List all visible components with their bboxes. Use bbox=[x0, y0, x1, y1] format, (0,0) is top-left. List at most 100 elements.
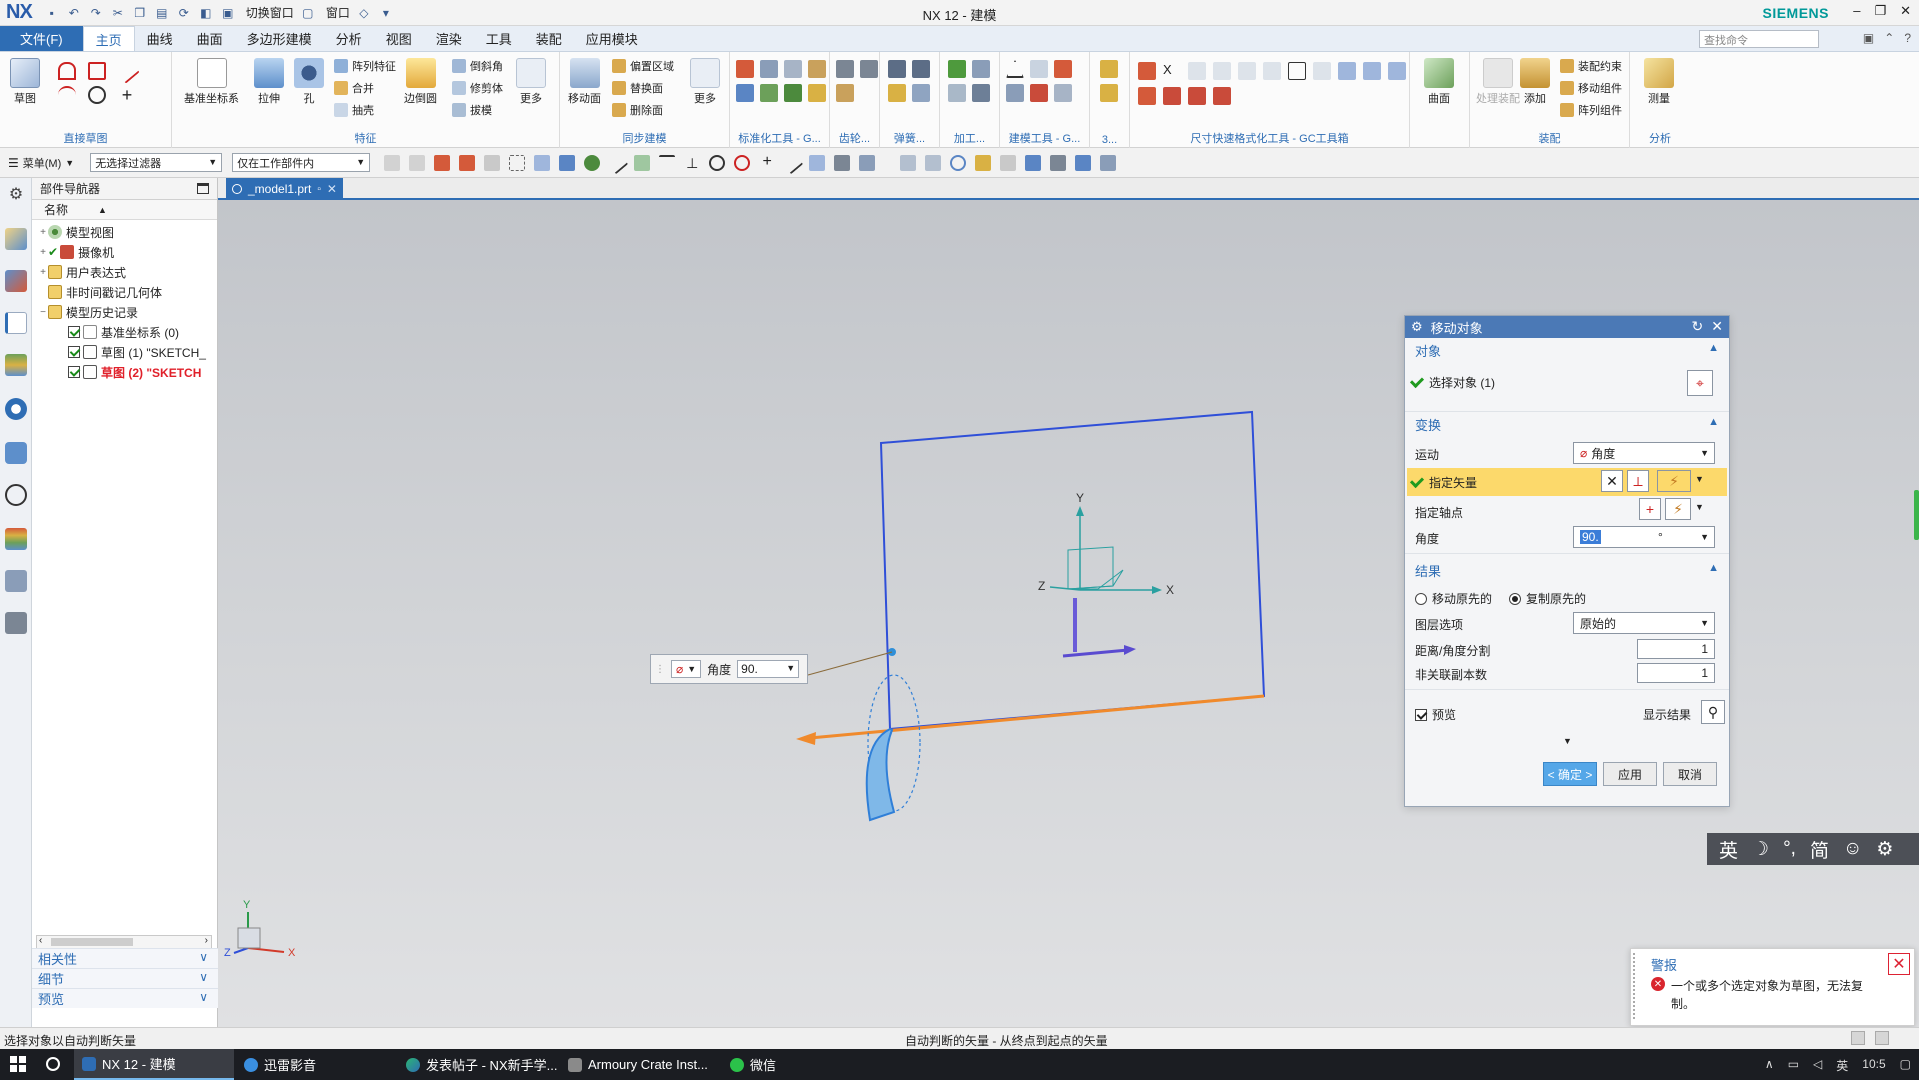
reuse-library-icon[interactable] bbox=[5, 354, 27, 376]
constraint-navigator-icon[interactable] bbox=[5, 270, 27, 292]
restore-icon[interactable]: ❐ bbox=[1874, 3, 1886, 19]
gear-icon[interactable] bbox=[836, 60, 854, 78]
dimension-box-icon[interactable] bbox=[1288, 62, 1306, 80]
modeling-tool-icon[interactable] bbox=[1030, 84, 1048, 102]
close-tab-icon[interactable]: ✕ bbox=[327, 182, 337, 196]
window-button[interactable]: 窗口 bbox=[326, 4, 350, 21]
tree-item-sketch-2[interactable]: 草图 (2) "SKETCH bbox=[32, 362, 217, 382]
expand-icon[interactable]: + bbox=[38, 247, 48, 258]
snap-end-point-icon[interactable] bbox=[605, 151, 629, 174]
dimension-icon[interactable] bbox=[1238, 62, 1256, 80]
machining-icon[interactable] bbox=[948, 60, 966, 78]
undo-icon[interactable]: ↶ bbox=[66, 5, 82, 21]
offset-region-button[interactable]: 偏置区域 bbox=[612, 58, 674, 74]
dimension-icon[interactable] bbox=[1338, 62, 1356, 80]
view-tool-icon[interactable] bbox=[1000, 154, 1017, 171]
show-result-search-icon[interactable]: ⚲ bbox=[1701, 700, 1725, 724]
paste-icon[interactable]: ▤ bbox=[154, 5, 170, 21]
snap-on-face-icon[interactable] bbox=[809, 154, 826, 171]
pattern-component-button[interactable]: 阵列组件 bbox=[1560, 102, 1622, 118]
rectangle-icon[interactable] bbox=[88, 62, 106, 80]
section-transform-header[interactable]: 变换 ▲ bbox=[1405, 412, 1729, 436]
gear-icon[interactable]: ⚙ bbox=[5, 184, 27, 206]
reverse-direction-icon[interactable]: ✕ bbox=[1601, 470, 1623, 492]
copy-original-radio[interactable]: 复制原先的 bbox=[1509, 590, 1586, 607]
selection-tool-icon[interactable] bbox=[534, 154, 551, 171]
replace-face-button[interactable]: 替换面 bbox=[612, 80, 663, 96]
add-component-button[interactable]: 添加 bbox=[1520, 58, 1550, 106]
navigator-column-header[interactable]: 名称 ▲ bbox=[32, 200, 217, 220]
collapse-ribbon-icon[interactable]: ⌃ bbox=[1884, 31, 1894, 45]
scroll-indicator[interactable] bbox=[1914, 490, 1919, 540]
arc-icon[interactable] bbox=[58, 86, 76, 104]
volume-icon[interactable]: ◁ bbox=[1813, 1057, 1822, 1074]
customize-icon[interactable]: ▾ bbox=[378, 5, 394, 21]
datum-csys-button[interactable]: 基准坐标系 bbox=[184, 58, 239, 106]
gear-icon[interactable] bbox=[860, 60, 878, 78]
window-tools-icon[interactable]: ◇ bbox=[356, 5, 372, 21]
help-icon[interactable]: ? bbox=[1904, 31, 1911, 45]
tab-tools[interactable]: 工具 bbox=[474, 26, 524, 51]
dimension-icon[interactable] bbox=[1138, 87, 1156, 105]
selection-tool-icon[interactable] bbox=[559, 154, 576, 171]
menu-button[interactable]: ☰ 菜单(M) ▼ bbox=[8, 155, 74, 171]
tray-chevron-up-icon[interactable]: ∧ bbox=[1765, 1057, 1774, 1074]
misc-tool-icon[interactable] bbox=[1100, 60, 1118, 78]
non-associative-copies-input[interactable]: 1 bbox=[1637, 663, 1715, 683]
ime-halfwidth-icon[interactable]: ☽ bbox=[1752, 838, 1769, 861]
dimension-icon[interactable] bbox=[1388, 62, 1406, 80]
close-icon[interactable]: ✕ bbox=[1888, 953, 1910, 975]
tab-analysis[interactable]: 分析 bbox=[324, 26, 374, 51]
window-style-icon[interactable]: ▣ bbox=[1863, 31, 1874, 45]
ime-language-toggle[interactable]: 英 bbox=[1719, 836, 1738, 863]
section-dependencies[interactable]: 相关性 ∨ bbox=[32, 948, 218, 968]
navigator-horizontal-scrollbar[interactable]: ‹ › bbox=[36, 935, 212, 949]
expand-icon[interactable]: + bbox=[38, 267, 48, 278]
selection-tool-icon[interactable] bbox=[384, 154, 401, 171]
spring-icon[interactable] bbox=[888, 84, 906, 102]
tree-item-user-expressions[interactable]: + 用户表达式 bbox=[32, 262, 217, 282]
tab-home[interactable]: 主页 bbox=[82, 26, 135, 51]
emoji-icon[interactable]: ☺ bbox=[1843, 838, 1862, 860]
standard-part-icon[interactable] bbox=[736, 84, 754, 102]
tab-polygon-modeling[interactable]: 多边形建模 bbox=[235, 26, 324, 51]
spring-icon[interactable] bbox=[888, 60, 906, 78]
selection-tool-icon[interactable] bbox=[459, 154, 476, 171]
reset-icon[interactable]: ↻ bbox=[1692, 318, 1704, 335]
selected-arc[interactable] bbox=[865, 727, 896, 822]
circle-icon[interactable] bbox=[88, 86, 106, 104]
dimension-icon[interactable] bbox=[1188, 62, 1206, 80]
distance-angle-divisions-input[interactable]: 1 bbox=[1637, 639, 1715, 659]
vector-dialog-icon[interactable]: ⟂ bbox=[1627, 470, 1649, 492]
document-tab[interactable]: _model1.prt ▫ ✕ bbox=[226, 178, 343, 200]
move-component-button[interactable]: 移动组件 bbox=[1560, 80, 1622, 96]
assembly-navigator-icon[interactable] bbox=[5, 228, 27, 250]
standard-part-icon[interactable] bbox=[808, 84, 826, 102]
web-browser-icon[interactable] bbox=[5, 442, 27, 464]
measure-button[interactable]: 测量 bbox=[1644, 58, 1674, 106]
selection-tool-icon[interactable] bbox=[434, 154, 451, 171]
surface-button[interactable]: 曲面 bbox=[1424, 58, 1454, 106]
machining-icon[interactable] bbox=[948, 84, 966, 102]
sketch-plane[interactable] bbox=[879, 410, 1266, 731]
trim-body-button[interactable]: 修剪体 bbox=[452, 80, 503, 96]
dimension-x-icon[interactable]: X bbox=[1163, 62, 1181, 80]
snap-on-curve-icon[interactable] bbox=[780, 151, 804, 174]
profile-icon[interactable] bbox=[58, 62, 76, 80]
tray-ime-indicator[interactable]: 英 bbox=[1836, 1057, 1848, 1074]
select-object-row[interactable]: 选择对象 (1) bbox=[1409, 373, 1495, 391]
tab-view[interactable]: 视图 bbox=[374, 26, 424, 51]
system-materials-icon[interactable] bbox=[5, 528, 27, 550]
chevron-down-icon[interactable]: ▼ bbox=[1695, 474, 1704, 484]
clock[interactable]: 10:5 bbox=[1862, 1057, 1885, 1074]
rotate-view-icon[interactable] bbox=[950, 154, 967, 171]
ime-settings-icon[interactable]: ⚙ bbox=[1876, 838, 1893, 861]
ok-button[interactable]: < 确定 > bbox=[1543, 762, 1597, 786]
taskbar-app-thunder-player[interactable]: 迅雷影音 bbox=[236, 1049, 396, 1080]
snap-control-point-icon[interactable] bbox=[659, 154, 676, 171]
touch-mode-icon[interactable]: ◧ bbox=[198, 5, 214, 21]
machining-icon[interactable] bbox=[972, 60, 990, 78]
dimension-icon[interactable] bbox=[1188, 87, 1206, 105]
copy-icon[interactable]: ❐ bbox=[132, 5, 148, 21]
delete-face-button[interactable]: 删除面 bbox=[612, 102, 663, 118]
